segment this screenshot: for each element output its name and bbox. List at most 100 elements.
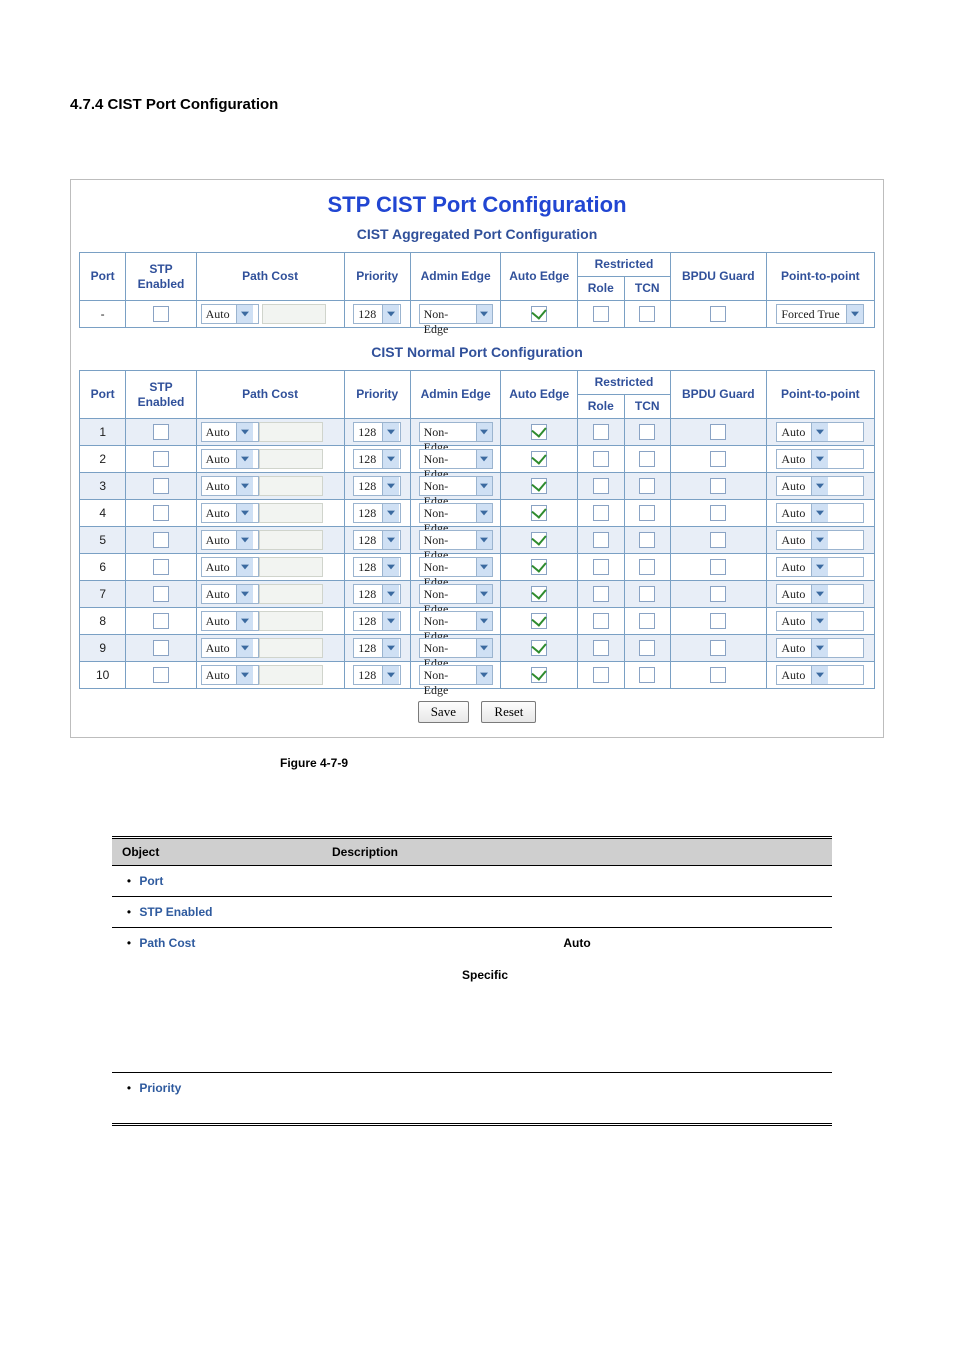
agg-p2p-select[interactable]: Forced True — [776, 304, 864, 324]
priority-select[interactable]: 128 — [353, 449, 401, 469]
pathcost-input[interactable] — [259, 422, 323, 442]
pathcost-select[interactable]: Auto — [201, 584, 259, 604]
priority-select[interactable]: 128 — [353, 638, 401, 658]
bpdu-guard-checkbox[interactable] — [710, 559, 726, 575]
priority-select[interactable]: 128 — [353, 557, 401, 577]
agg-restricted-tcn-checkbox[interactable] — [639, 306, 655, 322]
stp-enabled-checkbox[interactable] — [153, 586, 169, 602]
stp-enabled-checkbox[interactable] — [153, 424, 169, 440]
pathcost-select[interactable]: Auto — [201, 449, 259, 469]
reset-button[interactable]: Reset — [481, 701, 536, 723]
p2p-select[interactable]: Auto — [776, 476, 864, 496]
pathcost-select[interactable]: Auto — [201, 665, 259, 685]
agg-bpdu-guard-checkbox[interactable] — [710, 306, 726, 322]
auto-edge-checkbox[interactable] — [531, 505, 547, 521]
auto-edge-checkbox[interactable] — [531, 451, 547, 467]
priority-select[interactable]: 128 — [353, 584, 401, 604]
save-button[interactable]: Save — [418, 701, 469, 723]
restricted-tcn-checkbox[interactable] — [639, 586, 655, 602]
p2p-select[interactable]: Auto — [776, 638, 864, 658]
pathcost-input[interactable] — [259, 638, 323, 658]
pathcost-select[interactable]: Auto — [201, 638, 259, 658]
priority-select[interactable]: 128 — [353, 611, 401, 631]
agg-stp-enabled-checkbox[interactable] — [153, 306, 169, 322]
p2p-select[interactable]: Auto — [776, 665, 864, 685]
pathcost-input[interactable] — [259, 530, 323, 550]
restricted-tcn-checkbox[interactable] — [639, 613, 655, 629]
pathcost-input[interactable] — [259, 557, 323, 577]
admin-edge-select[interactable]: Non-Edge — [419, 665, 493, 685]
restricted-tcn-checkbox[interactable] — [639, 505, 655, 521]
restricted-tcn-checkbox[interactable] — [639, 559, 655, 575]
p2p-select[interactable]: Auto — [776, 449, 864, 469]
p2p-select[interactable]: Auto — [776, 422, 864, 442]
agg-priority-select[interactable]: 128 — [353, 304, 401, 324]
stp-enabled-checkbox[interactable] — [153, 559, 169, 575]
admin-edge-select[interactable]: Non-Edge — [419, 611, 493, 631]
restricted-tcn-checkbox[interactable] — [639, 451, 655, 467]
restricted-role-checkbox[interactable] — [593, 559, 609, 575]
priority-select[interactable]: 128 — [353, 503, 401, 523]
priority-select[interactable]: 128 — [353, 530, 401, 550]
admin-edge-select[interactable]: Non-Edge — [419, 476, 493, 496]
auto-edge-checkbox[interactable] — [531, 478, 547, 494]
restricted-role-checkbox[interactable] — [593, 424, 609, 440]
restricted-tcn-checkbox[interactable] — [639, 640, 655, 656]
bpdu-guard-checkbox[interactable] — [710, 667, 726, 683]
stp-enabled-checkbox[interactable] — [153, 532, 169, 548]
p2p-select[interactable]: Auto — [776, 557, 864, 577]
bpdu-guard-checkbox[interactable] — [710, 640, 726, 656]
priority-select[interactable]: 128 — [353, 422, 401, 442]
stp-enabled-checkbox[interactable] — [153, 478, 169, 494]
restricted-role-checkbox[interactable] — [593, 613, 609, 629]
admin-edge-select[interactable]: Non-Edge — [419, 449, 493, 469]
pathcost-input[interactable] — [259, 611, 323, 631]
auto-edge-checkbox[interactable] — [531, 586, 547, 602]
stp-enabled-checkbox[interactable] — [153, 613, 169, 629]
bpdu-guard-checkbox[interactable] — [710, 424, 726, 440]
auto-edge-checkbox[interactable] — [531, 424, 547, 440]
bpdu-guard-checkbox[interactable] — [710, 451, 726, 467]
restricted-tcn-checkbox[interactable] — [639, 424, 655, 440]
restricted-tcn-checkbox[interactable] — [639, 478, 655, 494]
pathcost-select[interactable]: Auto — [201, 503, 259, 523]
pathcost-select[interactable]: Auto — [201, 476, 259, 496]
priority-select[interactable]: 128 — [353, 476, 401, 496]
auto-edge-checkbox[interactable] — [531, 667, 547, 683]
pathcost-input[interactable] — [259, 503, 323, 523]
bpdu-guard-checkbox[interactable] — [710, 505, 726, 521]
agg-pathcost-input[interactable] — [262, 304, 326, 324]
admin-edge-select[interactable]: Non-Edge — [419, 422, 493, 442]
admin-edge-select[interactable]: Non-Edge — [419, 584, 493, 604]
restricted-role-checkbox[interactable] — [593, 667, 609, 683]
restricted-role-checkbox[interactable] — [593, 532, 609, 548]
auto-edge-checkbox[interactable] — [531, 613, 547, 629]
p2p-select[interactable]: Auto — [776, 530, 864, 550]
restricted-role-checkbox[interactable] — [593, 505, 609, 521]
pathcost-input[interactable] — [259, 449, 323, 469]
auto-edge-checkbox[interactable] — [531, 532, 547, 548]
stp-enabled-checkbox[interactable] — [153, 640, 169, 656]
priority-select[interactable]: 128 — [353, 665, 401, 685]
auto-edge-checkbox[interactable] — [531, 640, 547, 656]
p2p-select[interactable]: Auto — [776, 584, 864, 604]
pathcost-input[interactable] — [259, 665, 323, 685]
stp-enabled-checkbox[interactable] — [153, 451, 169, 467]
admin-edge-select[interactable]: Non-Edge — [419, 503, 493, 523]
pathcost-select[interactable]: Auto — [201, 557, 259, 577]
agg-restricted-role-checkbox[interactable] — [593, 306, 609, 322]
restricted-tcn-checkbox[interactable] — [639, 532, 655, 548]
pathcost-input[interactable] — [259, 476, 323, 496]
p2p-select[interactable]: Auto — [776, 503, 864, 523]
auto-edge-checkbox[interactable] — [531, 559, 547, 575]
stp-enabled-checkbox[interactable] — [153, 667, 169, 683]
pathcost-select[interactable]: Auto — [201, 422, 259, 442]
bpdu-guard-checkbox[interactable] — [710, 586, 726, 602]
bpdu-guard-checkbox[interactable] — [710, 613, 726, 629]
admin-edge-select[interactable]: Non-Edge — [419, 530, 493, 550]
bpdu-guard-checkbox[interactable] — [710, 532, 726, 548]
restricted-role-checkbox[interactable] — [593, 451, 609, 467]
p2p-select[interactable]: Auto — [776, 611, 864, 631]
stp-enabled-checkbox[interactable] — [153, 505, 169, 521]
restricted-role-checkbox[interactable] — [593, 586, 609, 602]
